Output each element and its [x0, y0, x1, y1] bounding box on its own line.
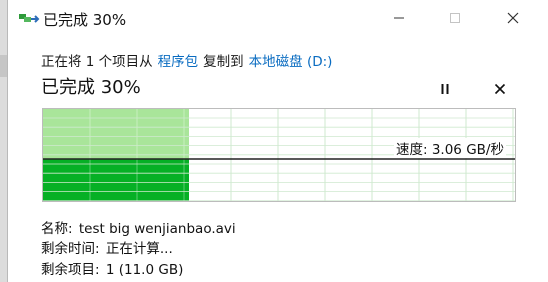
progress-fill-lower: [43, 159, 189, 201]
time-remaining-row: 剩余时间: 正在计算...: [41, 237, 173, 257]
window-title: 已完成 30%: [43, 11, 127, 29]
maximize-button[interactable]: [438, 6, 472, 30]
time-remaining-value: 正在计算...: [105, 241, 173, 257]
progress-heading: 已完成 30%: [41, 77, 141, 98]
cancel-icon: [494, 83, 506, 95]
copy-prefix-text: 正在将 1 个项目从: [41, 54, 153, 70]
close-icon: [507, 12, 519, 24]
file-copy-app-icon: [19, 14, 40, 23]
background-window-edge: [0, 0, 7, 282]
file-name-row: 名称: test big wenjianbao.avi: [41, 217, 236, 237]
copy-progress-dialog: 已完成 30% 正在将 1 个项目从 程序包 复制到 本地磁盘 (D:) 已完成 30…: [7, 0, 548, 282]
minimize-button[interactable]: [382, 6, 416, 30]
pause-button[interactable]: [433, 78, 457, 100]
copy-middle-text: 复制到: [203, 54, 244, 70]
progress-fill-upper: [43, 109, 189, 159]
items-remaining-row: 剩余项目: 1 (11.0 GB): [41, 258, 183, 278]
destination-drive-link[interactable]: 本地磁盘 (D:): [249, 54, 333, 70]
time-remaining-label: 剩余时间:: [41, 241, 100, 257]
cancel-copy-button[interactable]: [488, 78, 512, 100]
minimize-icon: [394, 17, 404, 19]
file-name-label: 名称:: [41, 221, 73, 237]
pause-icon: [441, 84, 449, 94]
close-window-button[interactable]: [496, 6, 530, 30]
items-remaining-value: 1 (11.0 GB): [105, 262, 184, 278]
file-name-value: test big wenjianbao.avi: [78, 221, 236, 237]
speed-readout: 速度: 3.06 GB/秒: [394, 138, 506, 158]
copy-description: 正在将 1 个项目从 程序包 复制到 本地磁盘 (D:): [41, 50, 337, 70]
title-bar[interactable]: 已完成 30%: [8, 0, 548, 36]
source-folder-link[interactable]: 程序包: [158, 54, 199, 70]
maximize-icon: [450, 13, 460, 23]
items-remaining-label: 剩余项目:: [41, 262, 100, 278]
